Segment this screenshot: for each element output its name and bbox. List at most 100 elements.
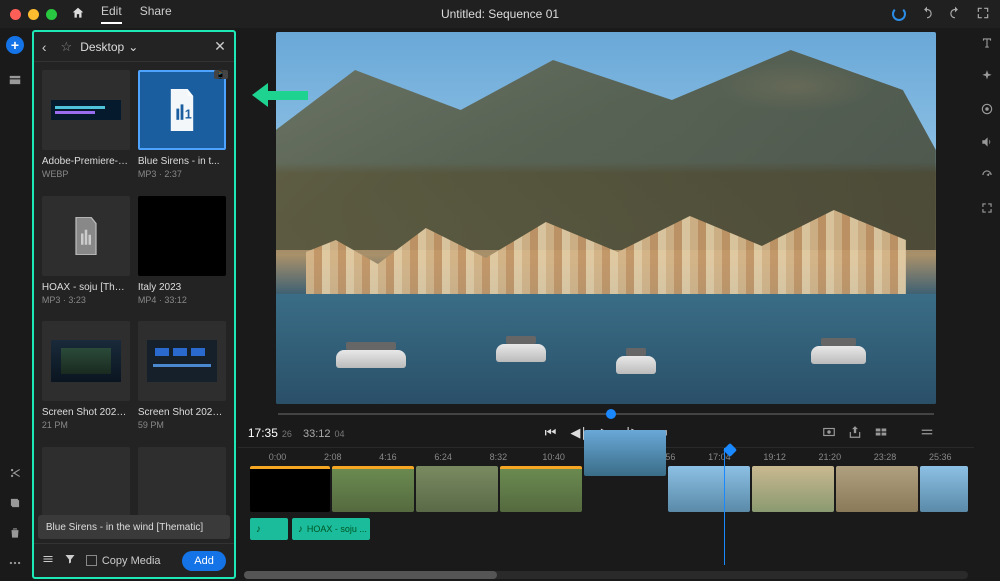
right-tool-rail [974,28,1000,581]
media-grid: Adobe-Premiere-Pro... WEBP 1 📱 Blue Sire… [34,62,234,543]
undo-icon[interactable] [920,6,934,23]
back-icon[interactable]: ‹ [42,39,47,55]
add-media-button[interactable]: + [6,36,24,54]
media-meta: WEBP [42,169,130,179]
video-clip[interactable] [920,466,968,512]
home-icon[interactable] [71,6,85,23]
video-clip[interactable] [584,430,666,476]
audio-track[interactable]: ♪ ♪HOAX - soju ... [244,514,974,542]
media-name: Adobe-Premiere-Pro... [42,156,130,167]
timeline: 0:002:084:16 6:248:3210:40 12:4814:5617:… [238,447,974,581]
speed-icon[interactable] [980,168,994,185]
video-clip[interactable] [332,466,414,512]
media-name: Italy 2023 [138,282,226,293]
media-thumb [42,70,130,150]
media-item[interactable]: Screen Shot 2023-09... 21 PM [42,321,130,439]
media-name: HOAX - soju [Thema... [42,282,130,293]
document-title: Untitled: Sequence 01 [441,7,559,21]
media-panel: ‹ ☆ Desktop ⌄ ✕ Adobe-Premiere-Pro... WE… [32,30,236,579]
favorite-icon[interactable]: ☆ [61,39,73,55]
menu-share[interactable]: Share [140,4,172,24]
selection-label: Blue Sirens - in the wind [Thematic] [46,522,203,533]
video-clip[interactable] [416,466,498,512]
copy-media-checkbox[interactable]: Copy Media [86,555,161,567]
media-name: Screen Shot 2023-09... [138,407,226,418]
media-name: Blue Sirens - in t... [138,156,226,167]
trash-icon[interactable] [7,525,23,541]
media-thumb [42,196,130,276]
text-tool-icon[interactable] [980,36,994,53]
list-view-icon[interactable] [42,553,54,568]
scrollbar-thumb[interactable] [244,571,497,579]
playhead-icon[interactable] [606,409,616,419]
media-item[interactable]: Italy 2023 MP4 · 33:12 [138,196,226,314]
redo-icon[interactable] [948,6,962,23]
media-meta: MP4 · 33:12 [138,295,226,305]
media-item[interactable]: Screen Shot 2023-09... 59 PM [138,321,226,439]
video-clip[interactable] [836,466,918,512]
media-meta: MP3 · 3:23 [42,295,130,305]
capture-frame-icon[interactable] [822,425,836,442]
music-note-icon: ♪ [256,524,261,535]
audio-clip[interactable]: ♪HOAX - soju ... [292,518,370,540]
media-item[interactable]: Adobe-Premiere-Pro... WEBP [42,70,130,188]
prev-clip-icon[interactable]: ⏮ [545,425,557,441]
scissors-icon[interactable] [7,465,23,481]
main-menu: Edit Share [101,4,172,24]
video-clip[interactable] [752,466,834,512]
chevron-down-icon: ⌄ [128,40,138,54]
media-thumb [138,196,226,276]
device-badge-icon: 📱 [214,70,228,79]
titlebar: Edit Share Untitled: Sequence 01 [0,0,1000,28]
more-icon[interactable] [7,555,23,571]
project-panel-icon[interactable] [7,72,23,88]
audio-icon[interactable] [980,135,994,152]
close-panel-icon[interactable]: ✕ [214,38,226,55]
menu-edit[interactable]: Edit [101,4,122,24]
duplicate-icon[interactable] [7,495,23,511]
media-item-selected[interactable]: 1 📱 Blue Sirens - in t... MP3 · 2:37 [138,70,226,188]
timeline-scrollbar[interactable] [244,571,968,579]
maximize-window-button[interactable] [46,9,57,20]
media-panel-header: ‹ ☆ Desktop ⌄ ✕ [34,32,234,62]
media-thumb [138,321,226,401]
video-track[interactable] [244,466,974,514]
close-window-button[interactable] [10,9,21,20]
callout-arrow-icon [252,83,308,107]
editor-center: 17:3526 33:1204 ⏮ ◀∣ ▶ ∣▶ ⏭ 0:002:084:16 [238,28,974,581]
effects-icon[interactable] [980,69,994,86]
color-icon[interactable] [980,102,994,119]
selection-row[interactable]: Blue Sirens - in the wind [Thematic] [38,515,230,539]
minimize-window-button[interactable] [28,9,39,20]
svg-text:1: 1 [185,107,192,121]
transform-icon[interactable] [980,201,994,218]
media-meta: 59 PM [138,420,226,430]
media-thumb: 1 [138,70,226,150]
video-clip[interactable] [500,466,582,512]
video-clip[interactable] [250,466,330,512]
fullscreen-icon[interactable] [976,6,990,23]
media-panel-footer: Copy Media Add [34,543,234,577]
filter-icon[interactable] [64,553,76,568]
scrub-bar[interactable] [278,408,934,419]
export-frame-icon[interactable] [848,425,862,442]
timeline-options-icon[interactable] [920,425,934,442]
location-dropdown[interactable]: Desktop ⌄ [80,40,138,54]
copy-media-label: Copy Media [102,555,161,567]
media-name: Screen Shot 2023-09... [42,407,130,418]
program-monitor[interactable] [276,32,936,404]
media-meta: MP3 · 2:37 [138,169,226,179]
add-button[interactable]: Add [182,551,226,571]
markers-icon[interactable] [874,425,888,442]
timeline-playhead[interactable] [724,448,725,565]
media-meta: 21 PM [42,420,130,430]
window-controls [10,9,57,20]
sync-spinner-icon [892,7,906,21]
media-thumb [42,321,130,401]
audio-clip[interactable]: ♪ [250,518,288,540]
left-tool-rail: + [0,28,30,581]
video-clip[interactable] [668,466,750,512]
music-note-icon: ♪ [298,524,303,535]
location-label: Desktop [80,40,124,54]
media-item[interactable]: HOAX - soju [Thema... MP3 · 3:23 [42,196,130,314]
